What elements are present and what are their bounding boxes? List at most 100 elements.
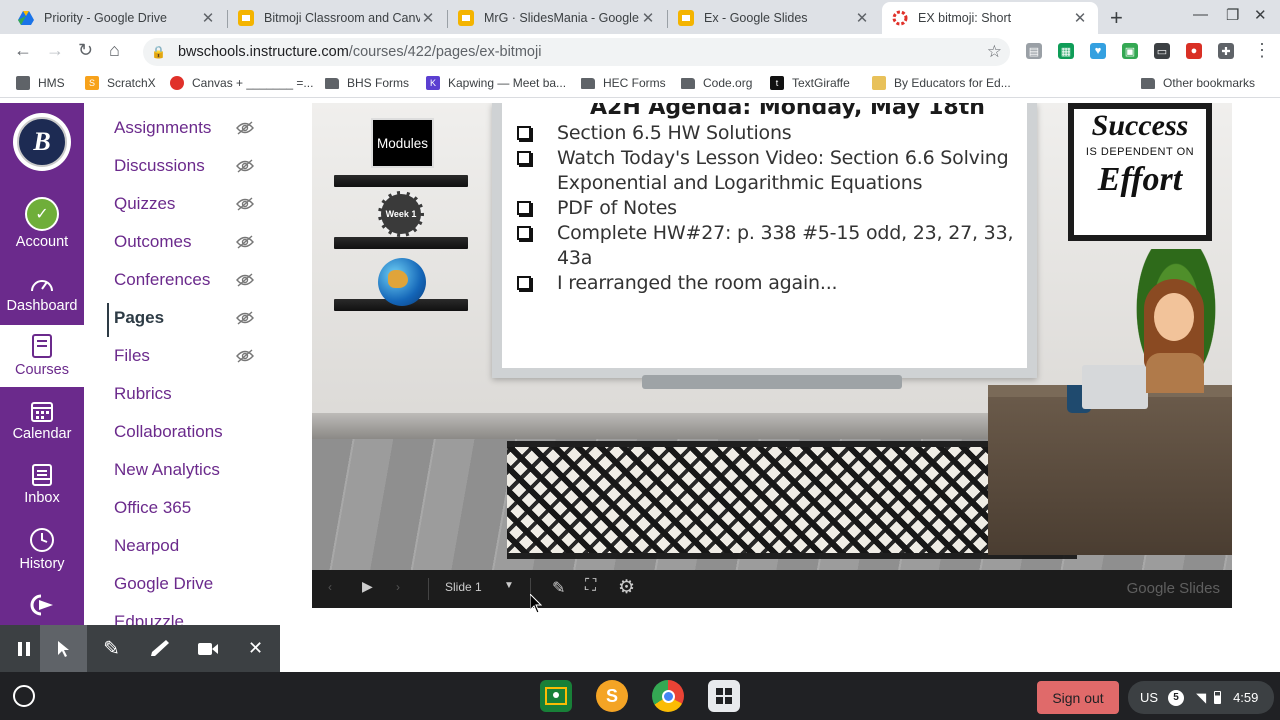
settings-gear-icon[interactable]: ⚙ — [618, 576, 635, 599]
course-nav-outcomes[interactable]: Outcomes — [114, 232, 274, 252]
bookmark-canvas[interactable]: Canvas + _______ =... — [170, 76, 313, 90]
address-bar[interactable]: 🔒 bwschools.instructure.com/courses/422/… — [143, 38, 1010, 66]
course-nav-discussions[interactable]: Discussions — [114, 156, 274, 176]
status-tray[interactable]: US 5 ◥ 4:59 — [1128, 681, 1274, 714]
grid-app-icon[interactable] — [708, 680, 740, 712]
slide-select[interactable]: Slide 1 — [445, 580, 482, 594]
global-nav-dashboard[interactable]: Dashboard — [0, 273, 84, 314]
slide-canvas[interactable]: A2H Agenda: Monday, May 18th Section 6.5… — [312, 103, 1232, 570]
course-nav-new-analytics[interactable]: New Analytics — [114, 460, 274, 480]
global-nav-courses[interactable]: Courses — [0, 325, 84, 387]
screencastify-app-icon[interactable]: S — [596, 680, 628, 712]
close-toolbar-icon[interactable]: ✕ — [232, 625, 279, 672]
agenda-text[interactable]: PDF of Notes — [557, 196, 677, 221]
bookmark-kapwing[interactable]: K Kapwing — Meet ba... — [426, 76, 566, 90]
inbox-icon — [32, 464, 52, 486]
agenda-text[interactable]: I rearranged the room again... — [557, 271, 838, 296]
play-icon[interactable]: ▶ — [362, 578, 373, 595]
classroom-extension-icon[interactable]: ▣ — [1122, 43, 1138, 59]
course-nav-pages[interactable]: Pages — [114, 308, 274, 328]
reading-list-icon[interactable]: ▤ — [1026, 43, 1042, 59]
course-nav-nearpod[interactable]: Nearpod — [114, 536, 274, 556]
global-nav-account[interactable]: ✓ Account — [0, 197, 84, 250]
course-nav-conferences[interactable]: Conferences — [114, 270, 274, 290]
bookmark-bhs-forms[interactable]: BHS Forms — [325, 76, 409, 90]
close-window-icon[interactable]: ✕ — [1254, 6, 1267, 24]
highlighter-tool-icon[interactable] — [136, 625, 183, 672]
tab-ex-bitmoji-active[interactable]: EX bitmoji: Short ✕ — [882, 2, 1098, 34]
bookmarks-bar: HMS S ScratchX Canvas + _______ =... BHS … — [0, 70, 1280, 98]
bookmark-code-org[interactable]: Code.org — [681, 76, 752, 90]
modules-link[interactable]: Modules — [371, 118, 434, 168]
menu-kebab-icon[interactable]: ⋮ — [1253, 40, 1271, 61]
globe-icon[interactable] — [378, 258, 426, 306]
week-1-badge[interactable]: Week 1 — [378, 191, 424, 237]
course-nav-files[interactable]: Files — [114, 346, 274, 366]
tab-ex-slides[interactable]: Ex - Google Slides ✕ — [668, 2, 880, 34]
screencastify-icon[interactable]: ● — [1186, 43, 1202, 59]
bookmark-label: Code.org — [703, 76, 753, 90]
bookmark-textgiraffe[interactable]: t TextGiraffe — [770, 76, 850, 90]
sheets-extension-icon[interactable]: ▦ — [1058, 43, 1074, 59]
agenda-text[interactable]: Section 6.5 HW Solutions — [557, 121, 792, 146]
course-nav-office-365[interactable]: Office 365 — [114, 498, 274, 518]
course-nav-quizzes[interactable]: Quizzes — [114, 194, 274, 214]
close-tab-icon[interactable]: ✕ — [854, 9, 870, 27]
google-classroom-app-icon[interactable] — [540, 680, 572, 712]
fullscreen-icon[interactable]: ⛶ — [585, 577, 596, 595]
course-nav-rubrics[interactable]: Rubrics — [114, 384, 274, 404]
global-nav-history[interactable]: History — [0, 527, 84, 572]
back-icon[interactable]: ← — [14, 40, 32, 61]
tab-bitmoji-classroom[interactable]: Bitmoji Classroom and Canv ✕ — [228, 2, 446, 34]
global-nav-calendar[interactable]: Calendar — [0, 399, 84, 442]
close-tab-icon[interactable]: ✕ — [1072, 9, 1088, 27]
google-slides-embed[interactable]: A2H Agenda: Monday, May 18th Section 6.5… — [312, 103, 1232, 608]
extensions-puzzle-icon[interactable]: ✚ — [1218, 43, 1234, 59]
agenda-text[interactable]: Watch Today's Lesson Video: Section 6.6 … — [557, 146, 1037, 196]
bookmark-star-icon[interactable]: ☆ — [987, 42, 1002, 62]
pen-tool-icon[interactable]: ✎ — [88, 625, 135, 672]
annotation-toolbar: ✎ ✕ — [0, 625, 280, 672]
course-nav-google-drive[interactable]: Google Drive — [114, 574, 274, 594]
next-slide-icon[interactable]: › — [396, 580, 400, 594]
forward-icon[interactable]: → — [46, 40, 64, 61]
launcher-icon[interactable] — [13, 685, 35, 707]
sign-out-button[interactable]: Sign out — [1037, 681, 1119, 714]
color-extension-icon[interactable]: ♥ — [1090, 43, 1106, 59]
global-nav-label: Inbox — [24, 490, 60, 506]
bookmark-educators[interactable]: By Educators for Ed... — [872, 76, 1011, 90]
checkbox-icon — [517, 226, 531, 240]
google-slides-icon — [458, 10, 474, 26]
close-tab-icon[interactable]: ✕ — [640, 9, 656, 27]
bookmark-hms[interactable]: HMS — [16, 76, 65, 90]
google-slides-brand[interactable]: Google Slides — [1127, 580, 1220, 597]
bookmark-scratchx[interactable]: S ScratchX — [85, 76, 156, 90]
global-nav-inbox[interactable]: Inbox — [0, 463, 84, 506]
new-tab-icon[interactable]: + — [1110, 5, 1123, 31]
previous-slide-icon[interactable]: ‹ — [328, 580, 332, 594]
camera-icon[interactable] — [184, 625, 231, 672]
home-icon[interactable]: ⌂ — [109, 40, 120, 61]
minimize-icon[interactable]: — — [1193, 6, 1208, 23]
pointer-tool-icon[interactable] — [40, 625, 87, 672]
restore-icon[interactable]: ❐ — [1226, 6, 1239, 24]
laser-pointer-icon[interactable]: ✎ — [552, 578, 565, 598]
agenda-text[interactable]: Complete HW#27: p. 338 #5-15 odd, 23, 27… — [557, 221, 1037, 271]
course-nav-edpuzzle[interactable]: Edpuzzle — [114, 612, 274, 625]
tab-mrg-slidesmania[interactable]: MrG · SlidesMania - Google S ✕ — [448, 2, 666, 34]
global-nav-help[interactable] — [0, 593, 84, 620]
close-tab-icon[interactable]: ✕ — [200, 9, 216, 27]
course-nav-collaborations[interactable]: Collaborations — [114, 422, 274, 442]
reload-icon[interactable]: ↻ — [78, 40, 93, 61]
chrome-app-icon[interactable] — [652, 680, 684, 712]
folder-icon — [681, 77, 695, 89]
tab-priority-drive[interactable]: Priority - Google Drive ✕ — [8, 2, 226, 34]
school-logo[interactable]: B — [13, 113, 71, 171]
bookmark-hec-forms[interactable]: HEC Forms — [581, 76, 666, 90]
chevron-down-icon[interactable]: ▼ — [504, 580, 514, 591]
agenda-item: Watch Today's Lesson Video: Section 6.6 … — [517, 146, 1037, 196]
course-nav-assignments[interactable]: Assignments — [114, 118, 274, 138]
bookmark-other[interactable]: Other bookmarks — [1141, 76, 1255, 90]
picture-in-picture-icon[interactable]: ▭ — [1154, 43, 1170, 59]
close-tab-icon[interactable]: ✕ — [420, 9, 436, 27]
